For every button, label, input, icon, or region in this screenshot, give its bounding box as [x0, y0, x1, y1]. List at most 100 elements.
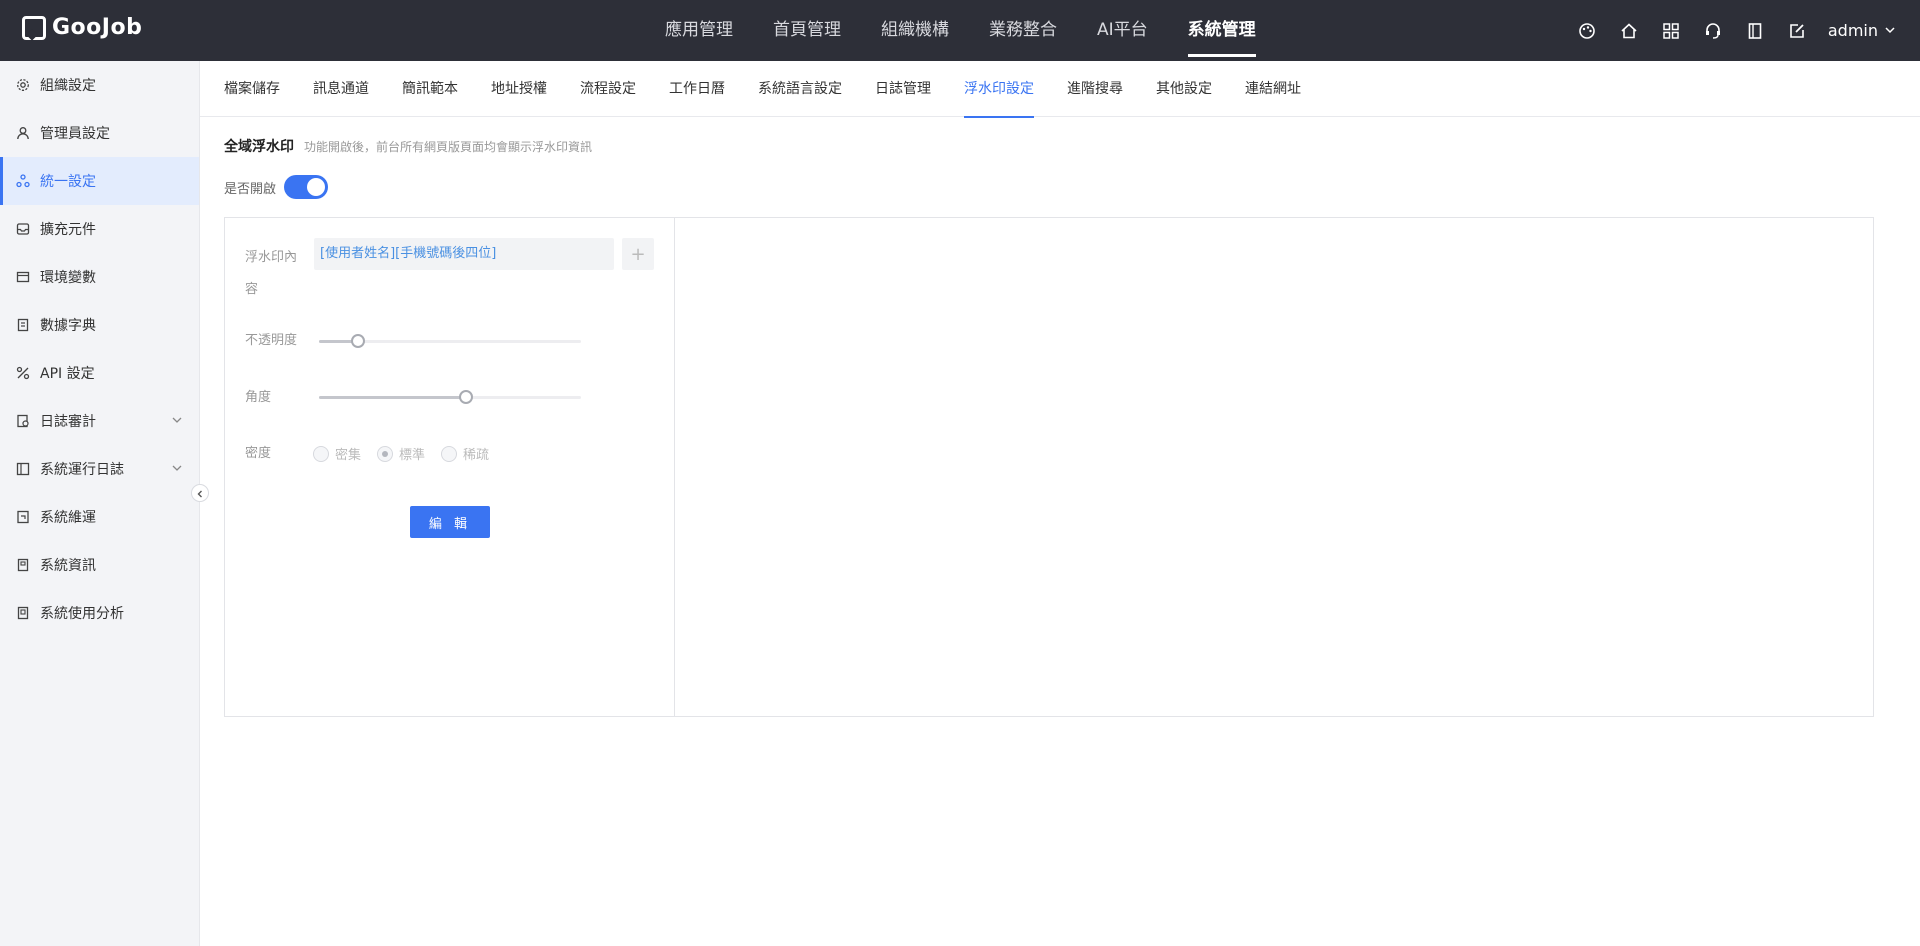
sidebar-item-label: 系統使用分析: [40, 606, 124, 622]
nav-business-integration[interactable]: 業務整合: [989, 0, 1057, 61]
tab-log-management[interactable]: 日誌管理: [875, 61, 931, 117]
enable-label: 是否開啟: [224, 181, 277, 197]
logo[interactable]: GooJob: [22, 15, 142, 40]
add-variable-button[interactable]: +: [622, 238, 654, 270]
sidebar-item-data-dictionary[interactable]: 數據字典: [0, 301, 199, 349]
nav-ai-platform[interactable]: AI平台: [1097, 0, 1148, 61]
username: admin: [1827, 21, 1878, 40]
density-radio-group: 密集 標準 稀疏: [313, 444, 489, 463]
sidebar-item-system-info[interactable]: 系統資訊: [0, 541, 199, 589]
log-icon: [16, 462, 30, 476]
top-header: GooJob 應用管理 首頁管理 組織機構 業務整合 AI平台 系統管理 adm…: [0, 0, 1920, 61]
sidebar-item-label: 組織設定: [40, 78, 96, 94]
chevron-left-icon: [195, 484, 205, 503]
watermark-form: 浮水印內 容 [使用者姓名][手機號碼後四位] + 不透明度 角度 密度 密集 …: [225, 218, 675, 716]
radio-label: 稀疏: [463, 448, 490, 463]
sidebar-item-unified-settings[interactable]: 統一設定: [0, 157, 199, 205]
chevron-down-icon: [1884, 21, 1896, 40]
sidebar-item-label: 系統運行日誌: [40, 462, 124, 478]
edit-button[interactable]: 編 輯: [410, 506, 490, 538]
opacity-slider-thumb[interactable]: [351, 334, 366, 348]
watermark-section-header: 全域浮水印 功能開啟後，前台所有網頁版頁面均會顯示浮水印資訊: [224, 136, 592, 156]
tab-advanced-search[interactable]: 進階搜尋: [1067, 61, 1123, 117]
radio-circle: [441, 445, 458, 462]
density-label: 密度: [245, 446, 272, 461]
nav-organization[interactable]: 組織機構: [881, 0, 949, 61]
sidebar-item-label: 統一設定: [40, 174, 96, 190]
radio-label: 密集: [335, 448, 362, 463]
sidebar: 組織設定 管理員設定 統一設定 擴充元件 環境變數 數據字典 API 設定 日誌…: [0, 61, 200, 946]
content-label: 浮水印內: [245, 250, 298, 265]
sidebar-item-label: 系統資訊: [40, 558, 96, 574]
sidebar-collapse-button[interactable]: [191, 484, 209, 502]
home-icon[interactable]: [1618, 20, 1640, 42]
radio-label: 標準: [399, 448, 426, 463]
enable-switch[interactable]: [284, 175, 329, 199]
watermark-preview: [675, 218, 1873, 716]
sidebar-item-usage-analysis[interactable]: 系統使用分析: [0, 589, 199, 637]
switch-knob: [307, 178, 326, 196]
sidebar-item-label: 數據字典: [40, 318, 96, 334]
sidebar-item-admin-settings[interactable]: 管理員設定: [0, 109, 199, 157]
density-option-dense[interactable]: 密集: [313, 444, 361, 463]
angle-slider-thumb[interactable]: [458, 390, 473, 404]
inbox-icon: [16, 222, 30, 236]
sidebar-item-system-maintenance[interactable]: 系統維運: [0, 493, 199, 541]
api-icon: [16, 366, 30, 380]
sidebar-item-environment-variables[interactable]: 環境變數: [0, 253, 199, 301]
user-menu[interactable]: admin: [1828, 21, 1896, 40]
tab-sms-template[interactable]: 簡訊範本: [402, 61, 458, 117]
watermark-panel: 浮水印內 容 [使用者姓名][手機號碼後四位] + 不透明度 角度 密度 密集 …: [224, 217, 1874, 717]
sidebar-item-log-audit[interactable]: 日誌審計: [0, 397, 199, 445]
dictionary-icon: [16, 318, 30, 332]
book-icon[interactable]: [1744, 20, 1766, 42]
content-label-wrap: 容: [245, 282, 259, 297]
chevron-down-icon: [171, 462, 183, 478]
terminal-icon: [16, 270, 30, 284]
tab-language-settings[interactable]: 系統語言設定: [758, 61, 842, 117]
density-option-sparse[interactable]: 稀疏: [441, 444, 489, 463]
tab-message-channel[interactable]: 訊息通道: [313, 61, 369, 117]
header-actions: admin: [1576, 0, 1896, 61]
tab-other-settings[interactable]: 其他設定: [1156, 61, 1212, 117]
opacity-slider[interactable]: [319, 334, 581, 348]
apps-grid-icon[interactable]: [1660, 20, 1682, 42]
watermark-content-input[interactable]: [使用者姓名][手機號碼後四位]: [314, 238, 614, 270]
sidebar-item-system-run-log[interactable]: 系統運行日誌: [0, 445, 199, 493]
edit-square-icon[interactable]: [1786, 20, 1808, 42]
density-option-standard[interactable]: 標準: [377, 444, 425, 463]
sidebar-item-organization-settings[interactable]: 組織設定: [0, 61, 199, 109]
info-doc-icon: [16, 558, 30, 572]
analysis-icon: [16, 606, 30, 620]
tab-link-urls[interactable]: 連結網址: [1245, 61, 1301, 117]
gear-icon: [16, 78, 30, 92]
sidebar-item-label: 日誌審計: [40, 414, 96, 430]
palette-icon[interactable]: [1576, 20, 1598, 42]
angle-slider[interactable]: [319, 390, 581, 404]
radio-circle: [313, 445, 329, 462]
tab-work-calendar[interactable]: 工作日曆: [669, 61, 725, 117]
settings-tabs: 檔案儲存 訊息通道 簡訊範本 地址授權 流程設定 工作日曆 系統語言設定 日誌管…: [200, 61, 1920, 118]
tab-file-storage[interactable]: 檔案儲存: [224, 61, 280, 117]
nav-system-management[interactable]: 系統管理: [1187, 0, 1256, 61]
nav-app-management[interactable]: 應用管理: [665, 0, 733, 61]
nav-home-management[interactable]: 首頁管理: [773, 0, 841, 61]
sidebar-item-api-settings[interactable]: API 設定: [0, 349, 199, 397]
tab-watermark-settings[interactable]: 浮水印設定: [964, 61, 1034, 118]
tab-workflow-settings[interactable]: 流程設定: [580, 61, 636, 117]
sidebar-item-extensions[interactable]: 擴充元件: [0, 205, 199, 253]
share-icon: [16, 174, 30, 188]
sidebar-item-label: 環境變數: [40, 270, 96, 286]
section-description: 功能開啟後，前台所有網頁版頁面均會顯示浮水印資訊: [304, 140, 593, 154]
support-icon[interactable]: [1702, 20, 1724, 42]
chevron-down-icon: [171, 414, 183, 430]
user-icon: [16, 126, 30, 140]
audit-icon: [16, 414, 30, 428]
sidebar-item-label: API 設定: [40, 366, 95, 382]
logo-icon: [22, 15, 46, 40]
tab-address-authorization[interactable]: 地址授權: [491, 61, 547, 117]
logo-text: GooJob: [52, 15, 143, 40]
opacity-label: 不透明度: [245, 333, 298, 348]
radio-circle-selected: [377, 445, 394, 462]
angle-label: 角度: [245, 390, 272, 405]
